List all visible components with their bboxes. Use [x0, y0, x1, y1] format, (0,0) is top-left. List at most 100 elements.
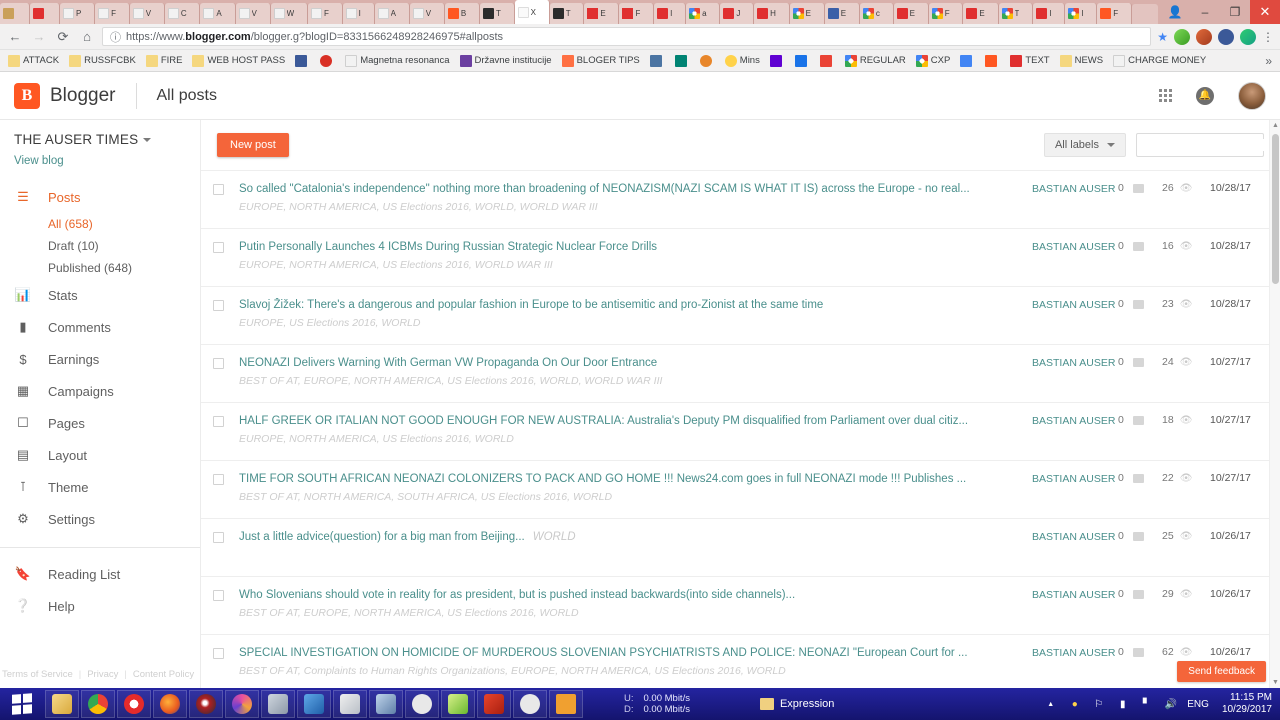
browser-tab[interactable]	[0, 3, 30, 24]
browser-tab[interactable]: F	[928, 3, 964, 24]
browser-tab[interactable]: B	[444, 3, 480, 24]
post-author[interactable]: BASTIAN AUSER	[1032, 298, 1118, 312]
taskbar-ccleaner[interactable]	[477, 690, 511, 718]
clock[interactable]: 11:15 PM 10/29/2017	[1218, 692, 1272, 716]
sidebar-item-campaigns[interactable]: ▦ Campaigns	[0, 375, 200, 407]
browser-tab[interactable]: c	[859, 3, 894, 24]
browser-tab[interactable]: I	[1033, 3, 1066, 24]
view-blog-link[interactable]: View blog	[0, 147, 200, 167]
taskbar-apps[interactable]	[44, 690, 584, 718]
sidebar-item-stats[interactable]: 📊 Stats	[0, 279, 200, 311]
privacy-link[interactable]: Privacy	[87, 669, 118, 680]
table-row[interactable]: Just a little advice(question) for a big…	[201, 519, 1280, 577]
browser-tab[interactable]: T	[549, 3, 585, 24]
browser-tab[interactable]: E	[963, 3, 999, 24]
volume-icon[interactable]: 🔊	[1163, 697, 1178, 712]
browser-tab[interactable]	[30, 3, 60, 24]
table-row[interactable]: HALF GREEK OR ITALIAN NOT GOOD ENOUGH FO…	[201, 403, 1280, 461]
bookmark-item[interactable]	[291, 54, 314, 68]
bookmark-item[interactable]: FIRE	[142, 54, 187, 68]
bookmark-item[interactable]	[956, 54, 979, 68]
scroll-up-arrow[interactable]: ▲	[1270, 120, 1280, 131]
browser-tab[interactable]: E	[824, 3, 860, 24]
bookmark-item[interactable]: Magnetna resonanca	[341, 54, 453, 68]
flag-icon[interactable]: ⚐	[1091, 697, 1106, 712]
sidebar-subitem[interactable]: Draft (10)	[0, 235, 200, 257]
sidebar-item-posts[interactable]: ☰ Posts	[0, 181, 200, 213]
taskbar-opera[interactable]	[117, 690, 151, 718]
content-policy-link[interactable]: Content Policy	[133, 669, 194, 680]
taskbar-dark-browser[interactable]	[189, 690, 223, 718]
bookmark-item[interactable]: NEWS	[1056, 54, 1108, 68]
search-input[interactable]	[1143, 139, 1280, 151]
update-icon[interactable]: ●	[1067, 697, 1082, 712]
window-controls[interactable]: 👤 – ❐ ✕	[1160, 0, 1280, 24]
bookmark-item[interactable]	[816, 54, 839, 68]
post-title[interactable]: Who Slovenians should vote in reality fo…	[239, 588, 1018, 603]
browser-tab[interactable]: T	[998, 3, 1034, 24]
sidebar-item-reading-list[interactable]: 🔖 Reading List	[0, 558, 200, 590]
sidebar-item-theme[interactable]: ⊺ Theme	[0, 471, 200, 503]
blogger-brand[interactable]: B Blogger	[14, 82, 116, 109]
reload-icon[interactable]: ⟳	[54, 28, 72, 46]
browser-tab[interactable]: T	[479, 3, 515, 24]
bookmark-item[interactable]: WEB HOST PASS	[188, 54, 289, 68]
sidebar-item-layout[interactable]: ▤ Layout	[0, 439, 200, 471]
browser-tab[interactable]: V	[235, 3, 271, 24]
bookmark-item[interactable]	[646, 54, 669, 68]
window-user-icon[interactable]: 👤	[1160, 0, 1190, 24]
send-feedback-button[interactable]: Send feedback	[1177, 661, 1266, 682]
taskbar-media-app[interactable]	[297, 690, 331, 718]
home-icon[interactable]: ⌂	[78, 28, 96, 46]
taskbar-spiral-app[interactable]	[225, 690, 259, 718]
chevron-down-icon[interactable]	[143, 137, 152, 142]
apps-grid-icon[interactable]	[1159, 89, 1172, 102]
browser-tab[interactable]: a	[686, 3, 721, 24]
taskbar-video-player[interactable]	[549, 690, 583, 718]
browser-tab[interactable]: F	[95, 3, 130, 24]
address-bar[interactable]: ⓘ https://www.blogger.com/blogger.g?blog…	[102, 27, 1152, 46]
new-tab-button[interactable]	[1132, 4, 1158, 24]
blog-selector[interactable]: THE AUSER TIMES	[0, 132, 200, 147]
browser-tab-strip[interactable]: P F V C A V W F I A V B T X T E F Ia J H E Ec E F E T I I F 👤 – ❐ ✕	[0, 0, 1280, 24]
bookmark-item[interactable]: RUSSFCBK	[65, 54, 140, 68]
bookmark-item[interactable]	[791, 54, 814, 68]
browser-tab[interactable]: I	[1065, 3, 1098, 24]
browser-tab[interactable]: I	[654, 3, 687, 24]
post-title[interactable]: Slavoj Žižek: There's a dangerous and po…	[239, 298, 1018, 313]
table-row[interactable]: Slavoj Žižek: There's a dangerous and po…	[201, 287, 1280, 345]
table-row[interactable]: So called "Catalonia's independence" not…	[201, 171, 1280, 229]
avatar[interactable]	[1238, 81, 1266, 110]
post-title[interactable]: Just a little advice(question) for a big…	[239, 530, 1018, 545]
post-title[interactable]: HALF GREEK OR ITALIAN NOT GOOD ENOUGH FO…	[239, 414, 1018, 429]
table-row[interactable]: SPECIAL INVESTIGATION ON HOMICIDE OF MUR…	[201, 635, 1280, 688]
bookmark-item[interactable]: CHARGE MONEY	[1109, 54, 1210, 68]
bookmarks-overflow-icon[interactable]: »	[1265, 54, 1276, 68]
extension-icon-facebook[interactable]	[1218, 28, 1234, 45]
browser-menu-icon[interactable]: ⋮	[1262, 30, 1274, 44]
post-author[interactable]: BASTIAN AUSER	[1032, 356, 1118, 370]
post-author[interactable]: BASTIAN AUSER	[1032, 414, 1118, 428]
language-indicator[interactable]: ENG	[1187, 699, 1209, 710]
bookmark-item[interactable]	[766, 54, 789, 68]
minimize-button[interactable]: –	[1190, 0, 1220, 24]
row-checkbox[interactable]	[213, 184, 224, 195]
browser-tab[interactable]: X	[514, 0, 550, 24]
browser-tab[interactable]: C	[164, 3, 201, 24]
scrollbar-thumb[interactable]	[1272, 134, 1279, 284]
row-checkbox[interactable]	[213, 416, 224, 427]
sidebar-item-pages[interactable]: ☐ Pages	[0, 407, 200, 439]
browser-tab[interactable]: I	[342, 3, 375, 24]
back-icon[interactable]: ←	[6, 28, 24, 46]
post-author[interactable]: BASTIAN AUSER	[1032, 588, 1118, 602]
post-title[interactable]: NEONAZI Delivers Warning With German VW …	[239, 356, 1018, 371]
post-author[interactable]: BASTIAN AUSER	[1032, 240, 1118, 254]
table-row[interactable]: TIME FOR SOUTH AFRICAN NEONAZI COLONIZER…	[201, 461, 1280, 519]
browser-tab[interactable]: P	[60, 3, 96, 24]
post-author[interactable]: BASTIAN AUSER	[1032, 530, 1118, 544]
sidebar-item-settings[interactable]: ⚙ Settings	[0, 503, 200, 535]
post-author[interactable]: BASTIAN AUSER	[1032, 646, 1118, 660]
close-button[interactable]: ✕	[1250, 0, 1280, 24]
taskbar-settings-app-2[interactable]	[513, 690, 547, 718]
sidebar-item-earnings[interactable]: $ Earnings	[0, 343, 200, 375]
